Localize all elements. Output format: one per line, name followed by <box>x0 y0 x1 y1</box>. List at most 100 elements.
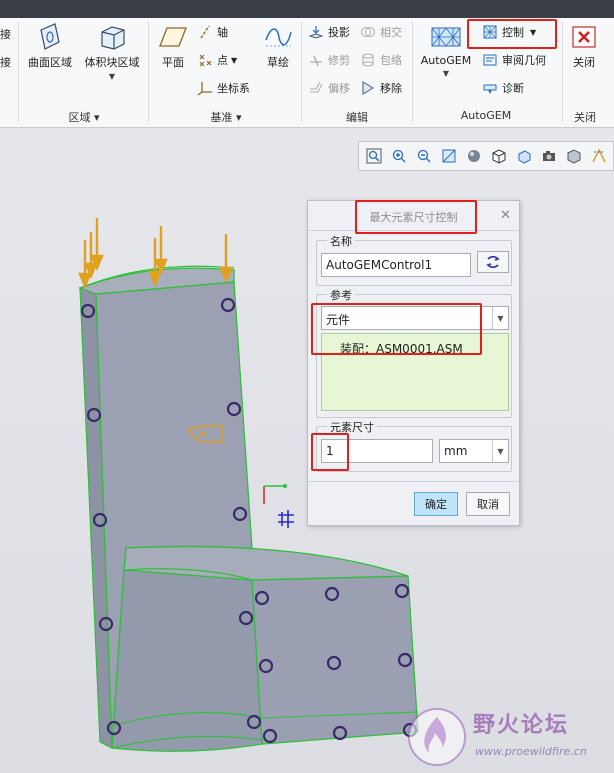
unit-select[interactable]: mm ▼ <box>439 439 509 463</box>
diagnose-label: 诊断 <box>502 82 524 95</box>
title-highlight-box <box>355 200 477 234</box>
cancel-button[interactable]: 取消 <box>466 492 510 516</box>
project-icon <box>308 26 324 39</box>
wrap-button[interactable]: 包络 <box>360 50 402 70</box>
ok-button[interactable]: 确定 <box>414 492 458 516</box>
volume-region-icon <box>101 26 125 50</box>
rename-button[interactable] <box>477 251 509 273</box>
close-button-label: 关闭 <box>573 56 595 69</box>
autogem-label: AutoGEM <box>420 54 472 67</box>
dialog-close-icon[interactable]: ✕ <box>500 208 511 223</box>
group-separator <box>301 22 302 122</box>
chevron-down-icon: ▼ <box>492 307 508 329</box>
project-button[interactable]: 投影 <box>308 22 350 42</box>
offset-button[interactable]: 偏移 <box>308 78 350 98</box>
chevron-down-icon: ▼ <box>108 72 116 81</box>
window-titlebar <box>0 0 614 18</box>
remove-label: 移除 <box>380 82 402 95</box>
review-geometry-label: 审阅几何 <box>502 54 546 67</box>
trim-label: 修剪 <box>328 54 350 67</box>
dialog-divider <box>308 481 519 482</box>
edit-group-text: 编辑 <box>346 111 368 124</box>
point-icon <box>199 54 212 67</box>
watermark-text: 野火论坛 <box>473 713 570 738</box>
intersect-label: 相交 <box>380 26 402 39</box>
watermark-url: www.proewildfire.cn <box>475 745 587 758</box>
control-highlight-box <box>467 19 557 49</box>
name-input-value: AutoGEMControl1 <box>326 258 433 272</box>
review-geometry-button[interactable]: 审阅几何 <box>482 50 546 70</box>
volume-region-button[interactable]: 体积块区域 ▼ <box>80 22 144 81</box>
element-size-highlight-box <box>311 433 349 471</box>
close-group-label: 关闭 <box>566 109 604 125</box>
wrap-label: 包络 <box>380 54 402 67</box>
left-partial-label-1: 接 <box>0 28 11 41</box>
volume-region-label: 体积块区域 <box>84 56 140 69</box>
autogem-group-label: AutoGEM <box>416 109 556 125</box>
reference-legend: 参考 <box>327 287 355 303</box>
sketch-icon <box>265 28 292 47</box>
chevron-down-icon: ▼ <box>492 440 508 462</box>
wrap-icon <box>362 53 374 67</box>
group-separator <box>562 22 563 122</box>
datum-group-label[interactable]: 基准 ▾ <box>154 109 298 125</box>
trim-button[interactable]: 修剪 <box>308 50 350 70</box>
coordinate-system-icon <box>197 82 212 96</box>
diagnose-icon <box>483 84 497 94</box>
coordinate-system-marker <box>263 484 294 528</box>
name-legend: 名称 <box>327 233 355 249</box>
close-group-text: 关闭 <box>574 111 596 124</box>
rename-icon <box>486 255 500 269</box>
intersect-button[interactable]: 相交 <box>360 22 402 42</box>
datum-axis-label: 轴 <box>217 26 228 39</box>
datum-point-button[interactable]: 点 ▼ <box>197 50 237 70</box>
axis-icon <box>200 25 210 39</box>
offset-icon <box>310 81 323 93</box>
surface-region-icon <box>40 23 60 50</box>
flame-logo-icon <box>408 708 466 766</box>
group-separator <box>148 22 149 122</box>
edit-group-label: 编辑 <box>304 109 410 125</box>
sketch-button[interactable]: 草绘 <box>260 22 296 70</box>
offset-label: 偏移 <box>328 82 350 95</box>
name-input[interactable]: AutoGEMControl1 <box>321 253 471 277</box>
surface-region-label: 曲面区域 <box>28 56 72 69</box>
max-element-size-dialog: 最大元素尺寸控制 ✕ 名称 AutoGEMControl1 参考 元件 ▼ 装配… <box>307 200 520 526</box>
diagnose-button[interactable]: 诊断 <box>482 78 524 98</box>
datum-point-label: 点 <box>217 54 228 67</box>
remove-button[interactable]: 移除 <box>360 78 402 98</box>
datum-axis-button[interactable]: 轴 <box>197 22 228 42</box>
project-label: 投影 <box>328 26 350 39</box>
ribbon-left-partial-1[interactable]: 接 <box>0 24 11 44</box>
datum-csys-label: 坐标系 <box>217 82 250 95</box>
surface-region-button[interactable]: 曲面区域 <box>24 22 76 70</box>
reference-highlight-box <box>311 303 482 355</box>
region-group-label[interactable]: 区域 ▾ <box>24 109 144 125</box>
group-separator <box>18 22 19 122</box>
remove-icon <box>362 81 374 95</box>
close-icon <box>572 26 596 48</box>
group-separator <box>412 22 413 122</box>
datum-csys-button[interactable]: 坐标系 <box>197 78 250 98</box>
chevron-down-icon: ▼ <box>231 55 238 65</box>
name-fieldset: 名称 AutoGEMControl1 <box>316 233 512 286</box>
datum-plane-button[interactable]: 平面 <box>154 22 192 70</box>
sketch-label: 草绘 <box>267 56 289 69</box>
intersect-icon <box>361 27 375 37</box>
mesh-icon <box>431 27 461 47</box>
ok-button-label: 确定 <box>425 498 447 511</box>
unit-value: mm <box>444 444 468 458</box>
trim-icon <box>310 55 322 67</box>
region-group-text: 区域 <box>68 111 91 124</box>
ribbon-left-partial-2[interactable]: 接 <box>0 52 11 72</box>
datum-plane-label: 平面 <box>162 56 184 69</box>
review-geometry-icon <box>483 54 497 66</box>
autogem-group-text: AutoGEM <box>460 109 512 122</box>
close-button[interactable]: 关闭 <box>566 22 602 70</box>
chevron-down-icon: ▼ <box>442 69 450 78</box>
plane-icon <box>159 27 187 47</box>
left-partial-label-2: 接 <box>0 56 11 69</box>
datum-group-text: 基准 <box>210 111 233 124</box>
cancel-button-label: 取消 <box>477 498 499 511</box>
watermark: 野火论坛 www.proewildfire.cn <box>403 703 611 771</box>
